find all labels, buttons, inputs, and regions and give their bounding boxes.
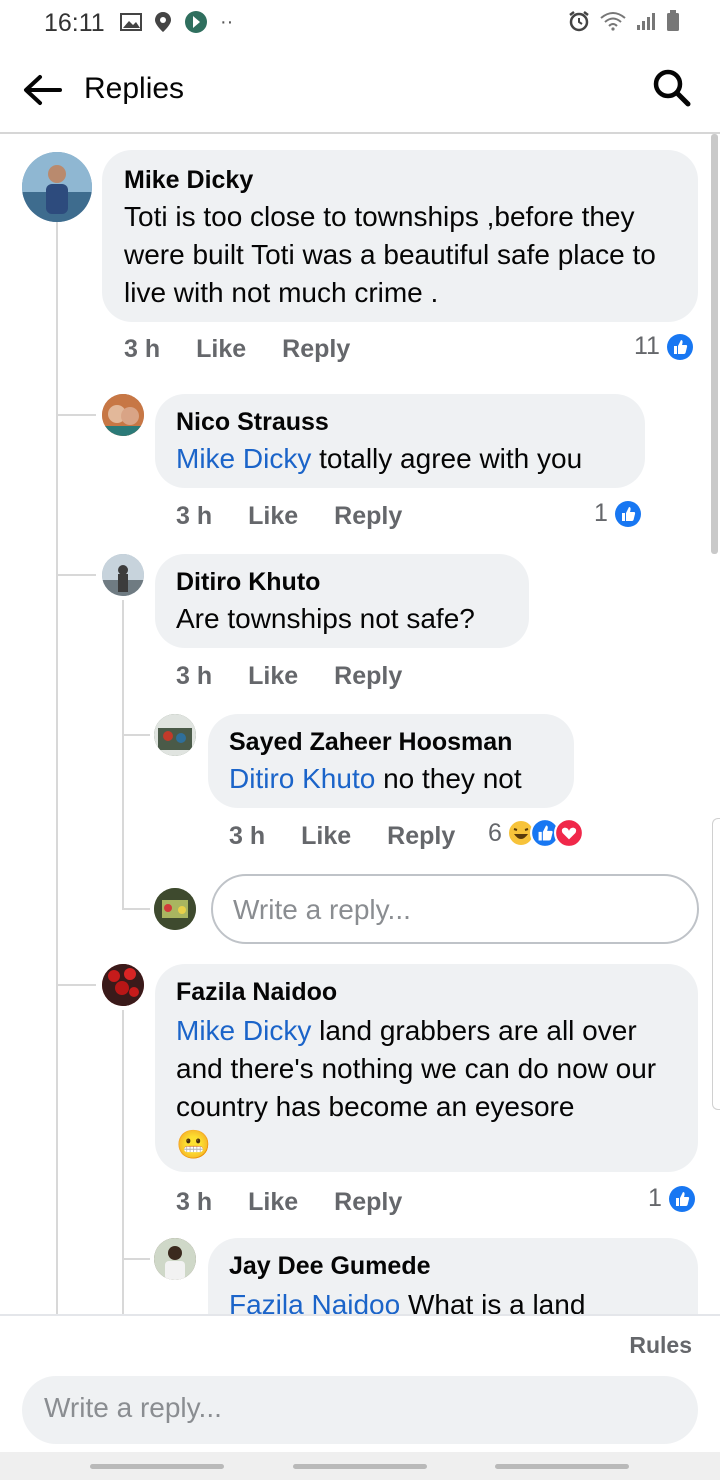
signal-icon bbox=[637, 13, 655, 30]
comment-actions: 3 h Like Reply bbox=[176, 662, 438, 691]
like-button[interactable]: Like bbox=[248, 502, 298, 531]
comment-bubble: Fazila Naidoo Mike Dicky land grabbers a… bbox=[155, 964, 698, 1172]
reply-placeholder: Write a reply... bbox=[233, 894, 411, 925]
profile-photo-icon bbox=[102, 964, 144, 1006]
system-nav-bar bbox=[0, 1452, 720, 1480]
like-reaction-icon bbox=[614, 500, 641, 527]
scroll-handle[interactable] bbox=[712, 818, 720, 1110]
battery-icon bbox=[667, 10, 679, 31]
comment-text: totally agree with you bbox=[311, 443, 583, 474]
mention-link[interactable]: Mike Dicky bbox=[176, 443, 311, 474]
reaction-count[interactable]: 1 bbox=[648, 1184, 696, 1213]
reply-placeholder: Write a reply... bbox=[44, 1392, 222, 1423]
avatar[interactable] bbox=[154, 1238, 196, 1280]
like-reaction-icon bbox=[668, 1185, 695, 1212]
avatar[interactable] bbox=[154, 714, 196, 756]
comment-actions: 3 h Like Reply bbox=[176, 1188, 438, 1217]
avatar[interactable] bbox=[102, 964, 144, 1006]
reply-button[interactable]: Reply bbox=[334, 1188, 402, 1217]
profile-photo-icon bbox=[154, 888, 196, 930]
nav-recent-button[interactable] bbox=[90, 1464, 224, 1469]
comment-bubble: Mike Dicky Toti is too close to township… bbox=[102, 150, 698, 322]
gallery-icon bbox=[120, 13, 142, 31]
profile-photo-icon bbox=[102, 394, 144, 436]
profile-photo-icon bbox=[22, 152, 92, 222]
comment-text: Toti is too close to townships ,before t… bbox=[124, 201, 656, 308]
location-icon bbox=[155, 12, 171, 32]
comment-author[interactable]: Ditiro Khuto bbox=[176, 568, 320, 597]
reply-button[interactable]: Reply bbox=[387, 822, 455, 851]
comment-thread: Mike Dicky Toti is too close to township… bbox=[0, 134, 720, 1314]
comment-time[interactable]: 3 h bbox=[229, 822, 265, 851]
comment-time[interactable]: 3 h bbox=[176, 1188, 212, 1217]
nav-back-button[interactable] bbox=[495, 1464, 629, 1469]
wifi-icon bbox=[600, 12, 626, 31]
rules-link[interactable]: Rules bbox=[629, 1332, 692, 1359]
comment-author[interactable]: Fazila Naidoo bbox=[176, 978, 337, 1007]
love-reaction-icon bbox=[553, 818, 584, 848]
reply-input[interactable]: Write a reply... bbox=[211, 874, 699, 944]
status-bar: 16:11 ·· bbox=[0, 0, 720, 44]
reply-button[interactable]: Reply bbox=[334, 662, 402, 691]
write-reply-input[interactable]: Write a reply... bbox=[22, 1376, 698, 1444]
comment-author[interactable]: Jay Dee Gumede bbox=[229, 1252, 431, 1281]
reply-button[interactable]: Reply bbox=[334, 502, 402, 531]
comment-text: no they not bbox=[375, 763, 522, 794]
profile-photo-icon bbox=[154, 1238, 196, 1280]
comment-author[interactable]: Sayed Zaheer Hoosman bbox=[229, 728, 512, 757]
like-button[interactable]: Like bbox=[248, 662, 298, 691]
search-icon[interactable] bbox=[652, 68, 692, 108]
app-notification-icon bbox=[185, 11, 207, 33]
comment-time[interactable]: 3 h bbox=[124, 335, 160, 364]
profile-photo-icon bbox=[102, 554, 144, 596]
reply-button[interactable]: Reply bbox=[282, 335, 350, 364]
comment-bubble: Jay Dee Gumede Fazila Naidoo What is a l… bbox=[208, 1238, 698, 1314]
comment-text: Are townships not safe? bbox=[176, 603, 475, 634]
comment-bubble: Sayed Zaheer Hoosman Ditiro Khuto no the… bbox=[208, 714, 574, 808]
profile-photo-icon bbox=[154, 714, 196, 756]
comment-actions: 3 h Like Reply bbox=[176, 502, 438, 531]
like-reaction-icon bbox=[666, 333, 693, 360]
back-arrow-icon[interactable] bbox=[20, 68, 64, 112]
avatar[interactable] bbox=[102, 394, 144, 436]
app-bar: Replies bbox=[0, 44, 720, 134]
comment-bubble: Ditiro Khuto Are townships not safe? bbox=[155, 554, 529, 648]
like-button[interactable]: Like bbox=[196, 335, 246, 364]
avatar[interactable] bbox=[102, 554, 144, 596]
nav-home-button[interactable] bbox=[293, 1464, 427, 1469]
more-notifications-icon: ·· bbox=[220, 10, 234, 33]
reaction-count[interactable]: 11 bbox=[634, 332, 694, 361]
comment-author[interactable]: Mike Dicky bbox=[124, 166, 253, 195]
reaction-count[interactable]: 6 bbox=[488, 818, 584, 848]
like-button[interactable]: Like bbox=[248, 1188, 298, 1217]
like-button[interactable]: Like bbox=[301, 822, 351, 851]
comment-bubble: Nico Strauss Mike Dicky totally agree wi… bbox=[155, 394, 645, 488]
comment-actions: 3 h Like Reply bbox=[229, 822, 491, 851]
comment-actions: 3 h Like Reply bbox=[124, 335, 386, 364]
status-time: 16:11 bbox=[44, 9, 105, 37]
scrollbar[interactable] bbox=[711, 134, 718, 554]
comment-author[interactable]: Nico Strauss bbox=[176, 408, 329, 437]
mention-link[interactable]: Ditiro Khuto bbox=[229, 763, 375, 794]
page-title: Replies bbox=[84, 72, 185, 105]
comment-time[interactable]: 3 h bbox=[176, 502, 212, 531]
grimace-emoji: 😬 bbox=[176, 1129, 211, 1160]
alarm-icon bbox=[569, 11, 589, 32]
mention-link[interactable]: Mike Dicky bbox=[176, 1015, 311, 1046]
current-user-avatar[interactable] bbox=[154, 888, 196, 930]
reaction-count[interactable]: 1 bbox=[594, 499, 642, 528]
avatar[interactable] bbox=[22, 152, 92, 222]
comment-time[interactable]: 3 h bbox=[176, 662, 212, 691]
comment-text: What is a land bbox=[400, 1289, 586, 1314]
mention-link[interactable]: Fazila Naidoo bbox=[229, 1289, 400, 1314]
